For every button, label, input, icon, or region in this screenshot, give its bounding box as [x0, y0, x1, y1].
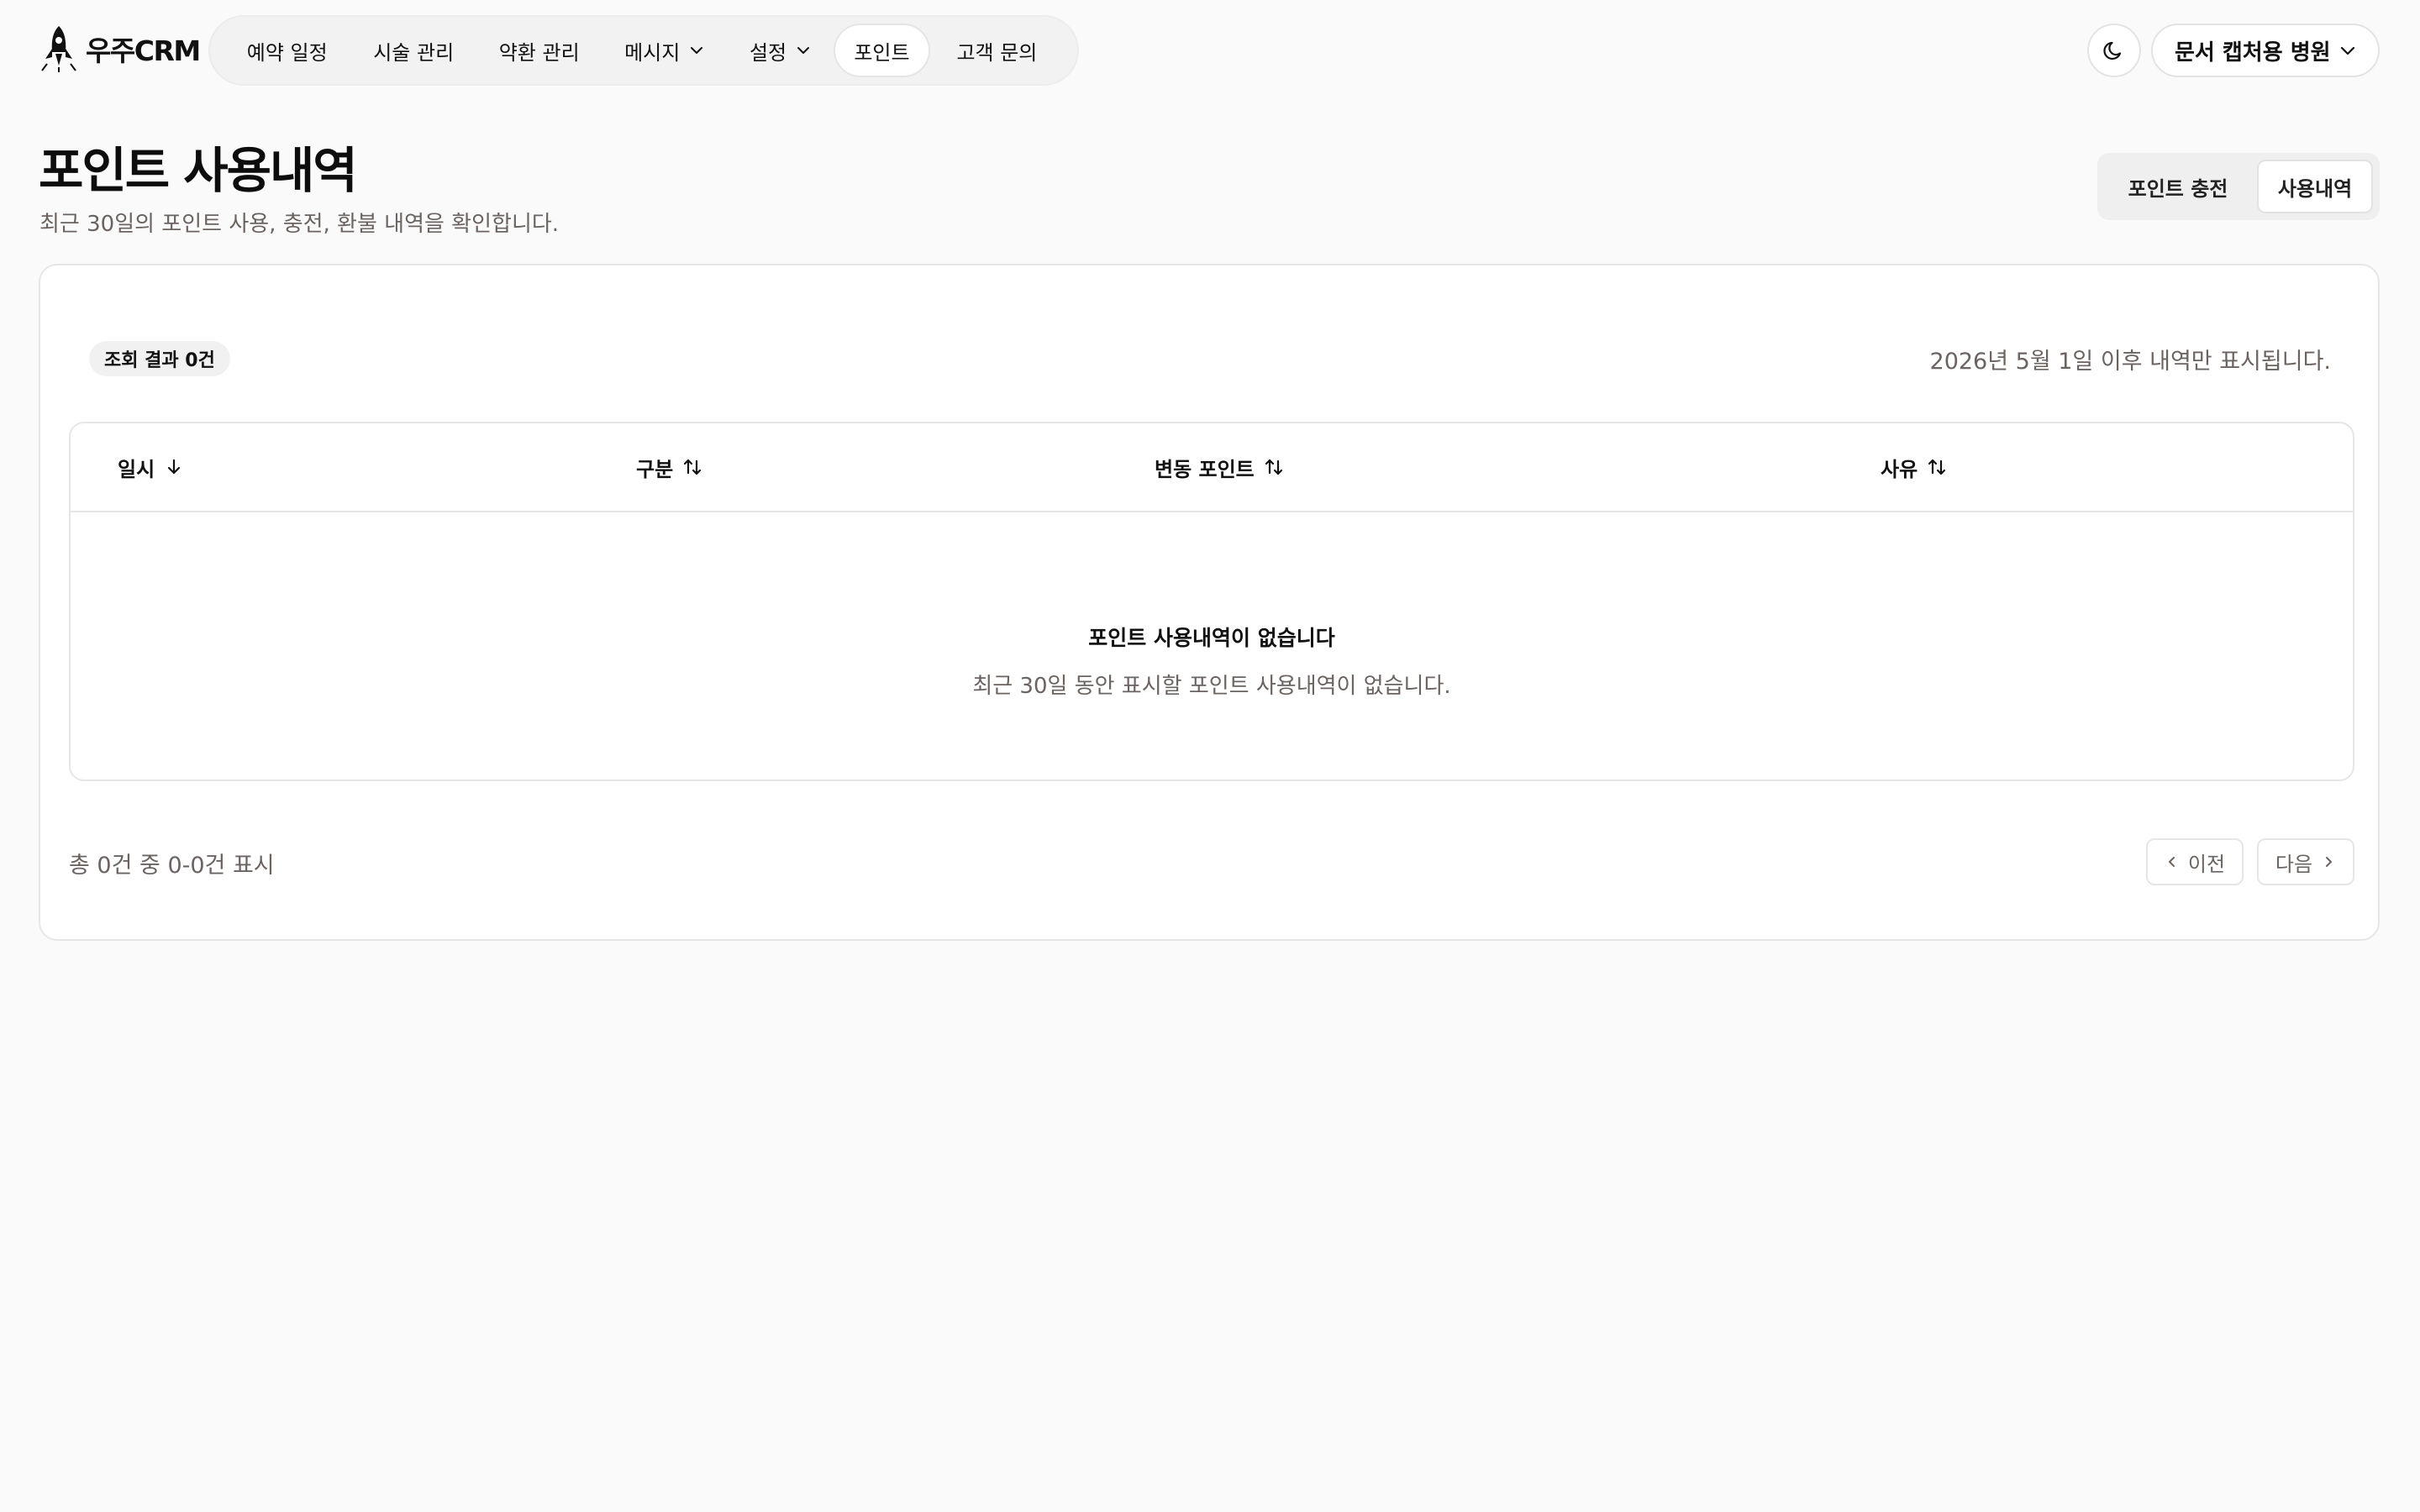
empty-state-description: 최근 30일 동안 표시할 포인트 사용내역이 없습니다.: [972, 674, 1451, 699]
arrow-down-icon: [168, 459, 181, 475]
date-range-notice: 2026년 5월 1일 이후 내역만 표시됩니다.: [1929, 349, 2331, 375]
page-subtitle: 최근 30일의 포인트 사용, 충전, 환불 내역을 확인합니다.: [39, 212, 560, 237]
moon-icon: [2103, 41, 2122, 60]
clinic-selector[interactable]: 문서 캡처용 병원: [2151, 24, 2380, 77]
points-tab-group: 포인트 충전 사용내역: [2097, 153, 2380, 220]
column-header-type[interactable]: 구분: [636, 423, 703, 511]
column-header-label: 일시: [118, 457, 155, 481]
brand-name: 우주CRM: [86, 34, 201, 67]
tab-point-charge[interactable]: 포인트 충전: [2104, 160, 2252, 213]
next-page-button[interactable]: 다음: [2257, 838, 2354, 885]
column-header-datetime[interactable]: 일시: [118, 423, 185, 511]
chevron-down-icon: [2340, 46, 2355, 55]
result-count-badge: 조회 결과 0건: [89, 341, 230, 376]
chevron-down-icon: [797, 47, 810, 54]
nav-item-label: 시술 관리: [373, 40, 455, 65]
usage-history-card: 조회 결과 0건 2026년 5월 1일 이후 내역만 표시됩니다. 일시 구분…: [39, 264, 2380, 941]
table-header: 일시 구분 변동 포인트 사유: [71, 423, 2353, 512]
column-header-point-change[interactable]: 변동 포인트: [1155, 423, 1285, 511]
previous-page-label: 이전: [2187, 852, 2226, 876]
top-navigation-bar: 우주CRM 예약 일정 시술 관리 약환 관리 메시지 설정 포인트 고객 문의: [0, 0, 2420, 99]
previous-page-button[interactable]: 이전: [2146, 838, 2244, 885]
nav-item-yakhwan[interactable]: 약환 관리: [476, 24, 602, 77]
chevron-right-icon: [2326, 857, 2333, 867]
column-header-label: 변동 포인트: [1155, 457, 1255, 481]
chevron-left-icon: [2168, 857, 2175, 867]
column-header-label: 구분: [636, 457, 674, 481]
rocket-icon: [41, 26, 76, 72]
nav-item-customer-inquiry[interactable]: 고객 문의: [930, 24, 1064, 77]
sort-icon: [684, 459, 702, 475]
chevron-down-icon: [691, 47, 703, 54]
sort-icon: [1265, 459, 1282, 475]
nav-item-label: 예약 일정: [246, 40, 328, 65]
next-page-label: 다음: [2275, 852, 2313, 876]
column-header-reason[interactable]: 사유: [1881, 423, 1948, 511]
nav-item-label: 포인트: [854, 40, 910, 65]
nav-item-reservations[interactable]: 예약 일정: [224, 24, 350, 77]
main-nav: 예약 일정 시술 관리 약환 관리 메시지 설정 포인트 고객 문의: [208, 15, 1079, 86]
nav-item-points[interactable]: 포인트: [834, 24, 930, 77]
tab-usage-history[interactable]: 사용내역: [2257, 160, 2373, 213]
nav-item-settings[interactable]: 설정: [728, 24, 834, 77]
page-title: 포인트 사용내역: [39, 142, 358, 199]
brand-logo[interactable]: 우주CRM: [39, 24, 201, 74]
column-header-label: 사유: [1881, 457, 1918, 481]
nav-item-label: 고객 문의: [956, 40, 1038, 65]
nav-item-label: 설정: [749, 40, 787, 65]
theme-toggle-button[interactable]: [2087, 24, 2141, 77]
nav-item-messages[interactable]: 메시지: [602, 24, 728, 77]
nav-item-treatments[interactable]: 시술 관리: [350, 24, 476, 77]
usage-history-table: 일시 구분 변동 포인트 사유 포인트 사용내역이 없습니다 최근 30일 동안…: [69, 422, 2354, 781]
empty-state-title: 포인트 사용내역이 없습니다: [1088, 626, 1335, 650]
sort-icon: [1928, 459, 1946, 475]
pagination-summary: 총 0건 중 0-0건 표시: [69, 853, 275, 879]
nav-item-label: 약환 관리: [498, 40, 580, 65]
clinic-selector-label: 문서 캡처용 병원: [2175, 39, 2331, 66]
nav-item-label: 메시지: [624, 40, 681, 65]
